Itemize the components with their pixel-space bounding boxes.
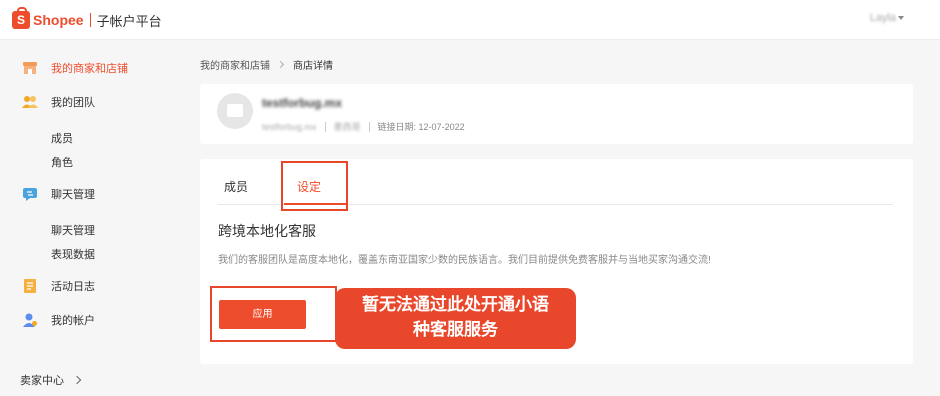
sidebar-item-label: 聊天管理 [51, 189, 95, 201]
breadcrumb-current: 商店详情 [293, 61, 333, 72]
chevron-right-icon [276, 60, 285, 69]
shop-info-card: testforbug.mx testforbug.mx 墨西哥 链接日期: 12… [200, 84, 913, 144]
breadcrumb: 我的商家和店铺 商店详情 [200, 57, 333, 72]
chat-icon [22, 186, 38, 202]
shopee-bag-icon: S [12, 7, 30, 29]
shop-linked-date: 链接日期: 12-07-2022 [377, 122, 465, 132]
sidebar-item-shops[interactable]: 我的商家和店铺 [22, 58, 128, 78]
top-bar: S Shopee 子帐户平台 Layla [0, 0, 940, 40]
chevron-right-icon [72, 375, 82, 385]
sidebar-item-label: 活动日志 [51, 281, 95, 293]
shopee-logo[interactable]: S Shopee 子帐户平台 [12, 7, 162, 30]
sidebar-item-activity-log[interactable]: 活动日志 [22, 276, 95, 296]
shop-username: testforbug.mx [262, 121, 317, 132]
sidebar-item-label: 我的团队 [51, 97, 95, 109]
apply-button[interactable]: 应用 [219, 300, 306, 329]
shop-name: testforbug.mx [262, 96, 343, 110]
store-icon [22, 60, 38, 76]
tab-members[interactable]: 成员 [224, 178, 248, 195]
breadcrumb-parent[interactable]: 我的商家和店铺 [200, 57, 270, 72]
brand-name: Shopee [33, 12, 84, 28]
meta-divider [324, 121, 326, 132]
sidebar-item-team[interactable]: 我的团队 [22, 92, 95, 112]
team-icon [22, 94, 38, 110]
sidebar-subitem-roles[interactable]: 角色 [51, 154, 73, 170]
logo-divider [89, 13, 91, 27]
account-icon [22, 312, 38, 328]
annotation-callout: 暂无法通过此处开通小语 种客服服务 [335, 288, 576, 349]
chevron-down-icon[interactable] [898, 16, 904, 20]
sidebar: 我的商家和店铺 我的团队 成员 角色 聊天管理 聊天管理 表现数据 活动日志 我… [0, 41, 185, 396]
sidebar-item-account[interactable]: 我的帐户 [22, 310, 95, 330]
seller-center-label: 卖家中心 [20, 375, 64, 387]
callout-line-1: 暂无法通过此处开通小语 [362, 295, 549, 315]
tab-highlight-box [281, 161, 348, 211]
shop-meta: testforbug.mx 墨西哥 链接日期: 12-07-2022 [262, 120, 465, 133]
shop-region: 墨西哥 [333, 122, 361, 132]
section-title: 跨境本地化客服 [218, 223, 316, 239]
seller-center-link[interactable]: 卖家中心 [20, 372, 82, 388]
log-icon [22, 278, 38, 294]
section-description: 我们的客服团队是高度本地化，覆盖东南亚国家少数的民族语言。我们目前提供免费客服并… [218, 255, 711, 266]
meta-divider [368, 121, 370, 132]
platform-title: 子帐户平台 [96, 13, 162, 29]
callout-line-2: 种客服服务 [413, 320, 498, 340]
sidebar-subitem-performance[interactable]: 表现数据 [51, 246, 95, 262]
sidebar-subitem-members[interactable]: 成员 [51, 130, 73, 146]
shop-avatar [217, 93, 253, 129]
user-menu[interactable]: Layla [870, 12, 896, 24]
sidebar-item-chat[interactable]: 聊天管理 [22, 184, 95, 204]
sidebar-subitem-chat-management[interactable]: 聊天管理 [51, 222, 95, 238]
sidebar-item-label: 我的帐户 [51, 315, 95, 327]
sidebar-item-label: 我的商家和店铺 [51, 63, 128, 75]
